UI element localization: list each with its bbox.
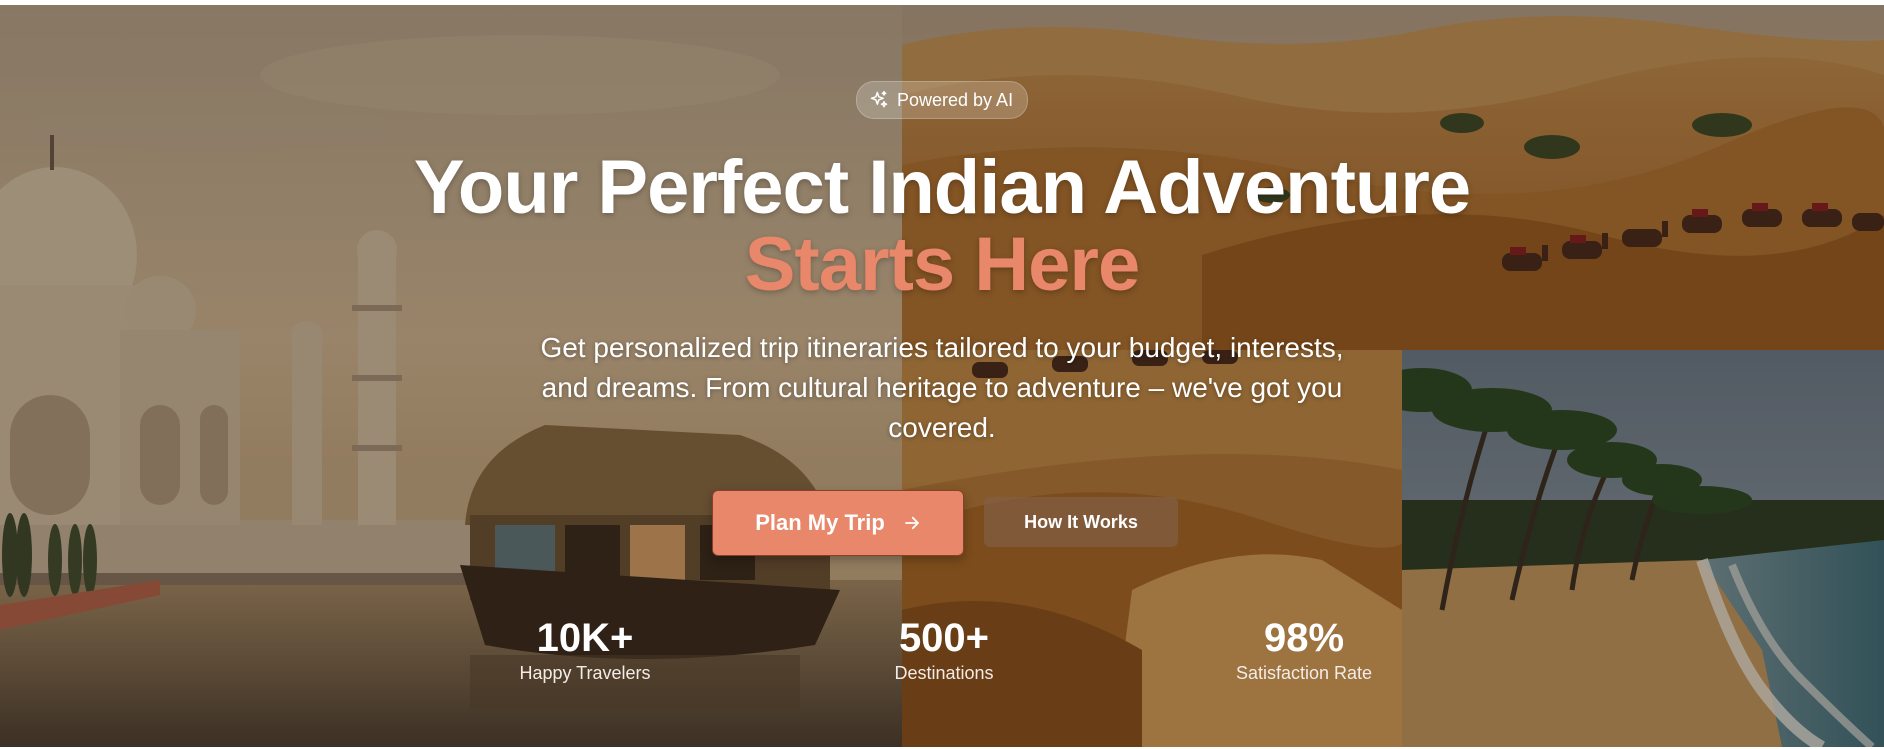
stat-happy-travelers: 10K+ Happy Travelers — [465, 616, 705, 684]
headline-line-2: Starts Here — [744, 222, 1141, 307]
badge-label: Powered by AI — [897, 89, 1014, 110]
stat-value: 500+ — [898, 616, 990, 660]
sparkles-icon — [870, 90, 888, 108]
stat-destinations: 500+ Destinations — [824, 616, 1064, 684]
stat-value: 98% — [1263, 616, 1345, 660]
hero-content: Powered by AI Your Perfect Indian Advent… — [0, 5, 1884, 747]
stat-label: Happy Travelers — [519, 663, 651, 683]
stat-satisfaction-rate: 98% Satisfaction Rate — [1184, 616, 1424, 684]
how-it-works-label: How It Works — [1024, 511, 1138, 532]
plan-my-trip-button[interactable]: Plan My Trip — [712, 490, 964, 556]
plan-my-trip-label: Plan My Trip — [755, 510, 885, 535]
stat-label: Destinations — [894, 663, 994, 683]
powered-by-ai-badge: Powered by AI — [856, 81, 1029, 119]
headline-line-1: Your Perfect Indian Adventure — [413, 145, 1471, 230]
how-it-works-button[interactable]: How It Works — [984, 497, 1178, 547]
hero-section: Powered by AI Your Perfect Indian Advent… — [0, 5, 1884, 747]
stat-value: 10K+ — [536, 616, 634, 660]
stat-label: Satisfaction Rate — [1235, 663, 1373, 683]
arrow-right-icon — [904, 516, 919, 530]
hero-subtitle: Get personalized trip itineraries tailor… — [540, 332, 1344, 443]
